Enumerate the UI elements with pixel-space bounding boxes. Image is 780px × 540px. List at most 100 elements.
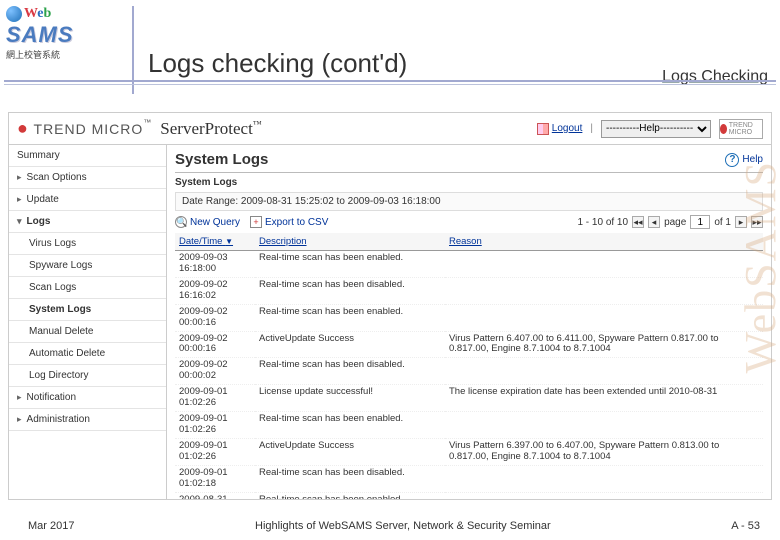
sidebar-item-summary[interactable]: Summary [9,145,166,167]
main-content: System Logs ? Help System Logs Date Rang… [167,145,771,499]
main-header: System Logs ? Help [175,151,763,173]
sidebar-item-log-directory[interactable]: Log Directory [9,365,166,387]
trend-micro-logo: ● TREND MICRO™ [17,118,152,139]
table-row: 2009-09-02 00:00:02Real-time scan has be… [175,358,763,385]
page-title: System Logs [175,151,268,168]
cell-reason [445,492,763,499]
cell-desc: ActiveUpdate Success [255,438,445,465]
pager: 1 - 10 of 10 ◂◂ ◂ page of 1 ▸ ▸▸ [577,215,763,229]
export-csv-button[interactable]: + Export to CSV [250,216,328,228]
table-row: 2009-09-02 00:00:16Real-time scan has be… [175,304,763,331]
cell-reason [445,251,763,278]
cell-reason: The license expiration date has been ext… [445,385,763,412]
logo-sams-text: SAMS [6,22,126,48]
sidebar-item-label: Automatic Delete [29,348,105,359]
header-divider-horizontal-thin [4,84,776,85]
cell-desc: Real-time scan has been disabled. [255,465,445,492]
sidebar-item-spyware-logs[interactable]: Spyware Logs [9,255,166,277]
pager-page-input[interactable] [690,215,710,229]
sidebar-item-label: Logs [27,216,51,227]
help-dropdown[interactable]: ----------Help---------- [601,120,711,138]
logo-chinese-text: 網上校管系統 [6,48,126,61]
sidebar-item-update[interactable]: ▸Update [9,189,166,211]
sidebar-item-label: Scan Options [27,172,87,183]
cell-dt: 2009-09-01 01:02:26 [175,412,255,439]
cell-desc: Real-time scan has been disabled. [255,358,445,385]
sidebar-item-manual-delete[interactable]: Manual Delete [9,321,166,343]
col-description[interactable]: Description [255,233,445,251]
sidebar-item-notification[interactable]: ▸ Notification [9,387,166,409]
pager-next-button[interactable]: ▸ [735,216,747,228]
sidebar-item-label: Log Directory [29,370,88,381]
trademark-symbol: ™ [143,118,152,127]
col-reason[interactable]: Reason [445,233,763,251]
help-link[interactable]: ? Help [725,153,763,167]
footer-caption: Highlights of WebSAMS Server, Network & … [74,520,731,532]
cell-reason: Virus Pattern 6.397.00 to 6.407.00, Spyw… [445,438,763,465]
sidebar-item-label: Spyware Logs [29,260,92,271]
sidebar-item-label: System Logs [29,304,91,315]
websams-logo: Web SAMS 網上校管系統 [6,6,126,76]
sidebar-item-automatic-delete[interactable]: Automatic Delete [9,343,166,365]
app-body: Summary▸Scan Options▸Update▾LogsVirus Lo… [9,145,771,499]
date-range-text: Date Range: 2009-08-31 15:25:02 to 2009-… [175,192,763,211]
table-row: 2009-08-31 15:45:02Real-time scan has be… [175,492,763,499]
globe-icon [6,6,22,22]
slide-footer: Mar 2017 Highlights of WebSAMS Server, N… [0,520,780,532]
table-row: 2009-09-03 16:18:00Real-time scan has be… [175,251,763,278]
sidebar-item-label: Notification [27,392,76,403]
pager-first-button[interactable]: ◂◂ [632,216,644,228]
table-row: 2009-09-02 16:16:02Real-time scan has be… [175,277,763,304]
sidebar-item-label: Virus Logs [29,238,76,249]
log-table: Date/Time ▼ Description Reason 2009-09-0… [175,233,763,499]
chevron-down-icon: ▾ [17,216,22,227]
slide-header: Web SAMS 網上校管系統 Logs checking (cont'd) L… [0,0,780,100]
cell-reason [445,277,763,304]
sidebar-item-label: Administration [27,414,90,425]
pager-last-button[interactable]: ▸▸ [751,216,763,228]
new-query-label: New Query [190,217,240,228]
cell-reason: Virus Pattern 6.407.00 to 6.411.00, Spyw… [445,331,763,358]
cell-dt: 2009-09-02 00:00:16 [175,331,255,358]
panel-title: System Logs [175,177,763,188]
cell-dt: 2009-09-01 01:02:26 [175,438,255,465]
cell-dt: 2009-08-31 15:45:02 [175,492,255,499]
sidebar-item-label: Scan Logs [29,282,76,293]
export-csv-label: Export to CSV [265,217,328,228]
trend-mini-logo: TREND MICRO [719,119,763,139]
topbar-separator: | [590,123,593,134]
cell-desc: Real-time scan has been enabled. [255,492,445,499]
cell-dt: 2009-09-01 01:02:26 [175,385,255,412]
cell-dt: 2009-09-02 00:00:02 [175,358,255,385]
logout-icon [537,123,549,135]
pager-prev-button[interactable]: ◂ [648,216,660,228]
cell-desc: Real-time scan has been enabled. [255,412,445,439]
sidebar-item-system-logs[interactable]: System Logs [9,299,166,321]
sidebar-item-label: Summary [17,150,60,161]
sidebar-item-label: Update [27,194,59,205]
sidebar-item-virus-logs[interactable]: Virus Logs [9,233,166,255]
cell-desc: Real-time scan has been enabled. [255,304,445,331]
col-datetime[interactable]: Date/Time ▼ [175,233,255,251]
sidebar-item-logs[interactable]: ▾ Logs [9,211,166,233]
pager-page-label: page [664,217,686,228]
header-divider-horizontal [4,80,776,82]
footer-page-number: A - 53 [731,520,760,532]
cell-desc: License update successful! [255,385,445,412]
new-query-button[interactable]: 🔍 New Query [175,216,240,228]
chevron-right-icon: ▸ [17,392,22,403]
footer-date: Mar 2017 [28,520,74,532]
sidebar-item-scan-logs[interactable]: Scan Logs [9,277,166,299]
help-icon: ? [725,153,739,167]
cell-reason [445,304,763,331]
sidebar-item-administration[interactable]: ▸Administration [9,409,166,431]
sidebar-item-label: Manual Delete [29,326,93,337]
cell-dt: 2009-09-02 16:16:02 [175,277,255,304]
serverprotect-app: ● TREND MICRO™ ServerProtect™ Logout | -… [8,112,772,500]
logout-link[interactable]: Logout [537,123,583,135]
search-icon: 🔍 [175,216,187,228]
chevron-right-icon: ▸ [17,172,22,183]
cell-dt: 2009-09-02 00:00:16 [175,304,255,331]
cell-desc: ActiveUpdate Success [255,331,445,358]
sidebar-item-scan-options[interactable]: ▸ Scan Options [9,167,166,189]
